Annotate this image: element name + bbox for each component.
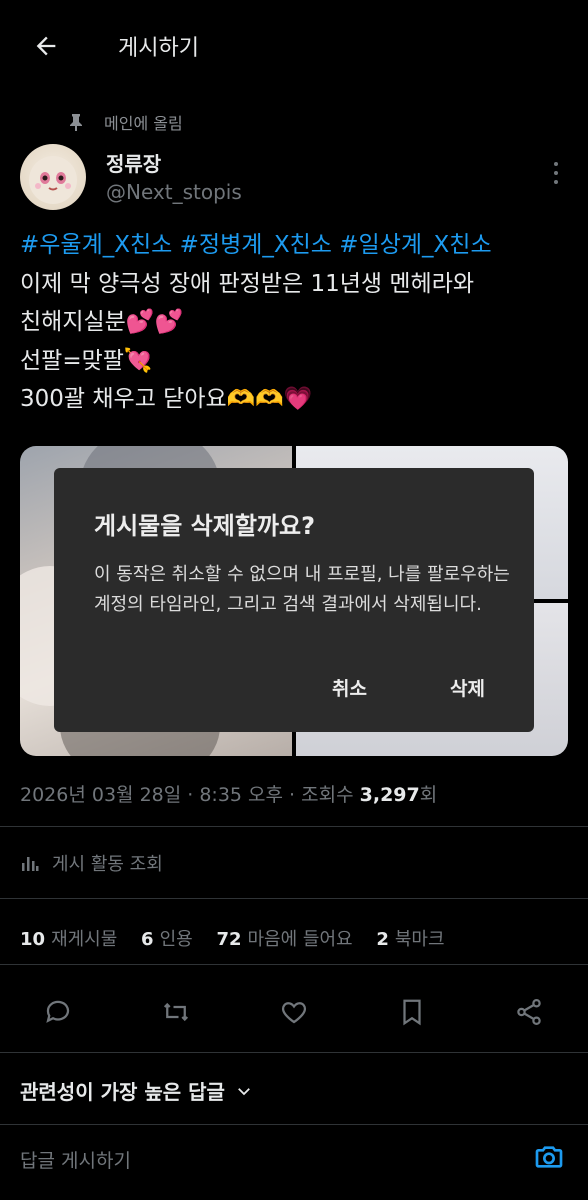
- share-icon: [517, 999, 541, 1025]
- reply-icon: [46, 1000, 70, 1023]
- post-activity-link[interactable]: 게시 활동 조회: [20, 850, 163, 876]
- analytics-icon: [20, 853, 40, 873]
- hashtag-link[interactable]: #정병계_X친소: [180, 232, 332, 258]
- dialog-message: 이 동작은 취소할 수 없으며 내 프로필, 나를 팔로우하는 계정의 타임라인…: [94, 564, 510, 615]
- delete-post-dialog: 게시물을 삭제할까요? 이 동작은 취소할 수 없으며 내 프로필, 나를 팔로…: [54, 468, 534, 732]
- like-button[interactable]: [276, 994, 312, 1030]
- divider: [0, 1052, 588, 1053]
- repost-button[interactable]: [158, 994, 194, 1030]
- post-text-line: 300괄 채우고 닫아요🫶🫶💗: [20, 386, 313, 412]
- stat-bookmarks[interactable]: 2 북마크: [376, 929, 444, 950]
- hashtag-link[interactable]: #우울계_X친소: [20, 232, 172, 258]
- cancel-button[interactable]: 취소: [332, 674, 367, 701]
- post-text-line: 이제 막 양극성 장애 판정받은 11년생 멘헤라와: [20, 270, 475, 297]
- chevron-down-icon: [235, 1082, 253, 1100]
- page-title: 게시하기: [118, 36, 199, 61]
- hashtag-link[interactable]: #일상계_X친소: [339, 232, 491, 258]
- camera-icon: [535, 1146, 563, 1168]
- bookmark-button[interactable]: [394, 994, 430, 1030]
- share-button[interactable]: [511, 994, 547, 1030]
- replies-sort-dropdown[interactable]: 관련성이 가장 높은 답글: [20, 1076, 253, 1105]
- reply-input[interactable]: 답글 게시하기: [20, 1146, 131, 1173]
- divider: [0, 964, 588, 965]
- stat-quotes[interactable]: 6 인용: [141, 929, 193, 950]
- divider: [0, 1124, 588, 1125]
- post-text-line: 선팔=맞팔💘: [20, 347, 153, 374]
- heart-icon: [281, 1002, 307, 1024]
- bookmark-icon: [403, 999, 421, 1026]
- user-display-name[interactable]: 정류장: [106, 148, 161, 177]
- more-vertical-icon: [554, 162, 558, 166]
- divider: [0, 898, 588, 899]
- stat-likes[interactable]: 72 마음에 들어요: [216, 929, 352, 950]
- reply-button[interactable]: [40, 994, 76, 1030]
- avatar[interactable]: [20, 144, 86, 210]
- post-text-line: 친해지실분💕💕: [20, 309, 184, 335]
- camera-button[interactable]: [530, 1138, 568, 1176]
- more-options-button[interactable]: [544, 158, 568, 188]
- stat-reposts[interactable]: 10 재게시물: [20, 929, 117, 950]
- arrow-left-icon: [36, 36, 56, 56]
- hashtag-line: #우울계_X친소 #정병계_X친소 #일상계_X친소: [20, 226, 580, 265]
- post-activity-label: 게시 활동 조회: [52, 854, 163, 875]
- pin-icon: [66, 113, 86, 131]
- pinned-indicator: 메인에 올림: [66, 110, 183, 134]
- repost-icon: [163, 1002, 189, 1022]
- delete-button[interactable]: 삭제: [450, 674, 485, 701]
- back-button[interactable]: [26, 26, 66, 66]
- view-count-suffix: 회: [419, 784, 438, 806]
- user-handle[interactable]: @Next_stopis: [106, 180, 242, 204]
- avatar-image: [29, 156, 77, 204]
- dialog-title: 게시물을 삭제할까요?: [94, 512, 315, 540]
- pinned-label: 메인에 올림: [104, 114, 183, 133]
- view-count[interactable]: 3,297: [360, 784, 420, 806]
- top-bar: 게시하기: [0, 0, 588, 92]
- post-meta: 2026년 03월 28일 · 8:35 오후 · 조회수 3,297회: [20, 780, 437, 807]
- post-datetime: 2026년 03월 28일 · 8:35 오후 · 조회수: [20, 784, 360, 806]
- replies-sort-label: 관련성이 가장 높은 답글: [20, 1080, 225, 1104]
- engagement-stats: 10 재게시물 6 인용 72 마음에 들어요 2 북마크: [20, 925, 445, 951]
- post-text: #우울계_X친소 #정병계_X친소 #일상계_X친소 이제 막 양극성 장애 판…: [20, 226, 580, 419]
- divider: [0, 826, 588, 827]
